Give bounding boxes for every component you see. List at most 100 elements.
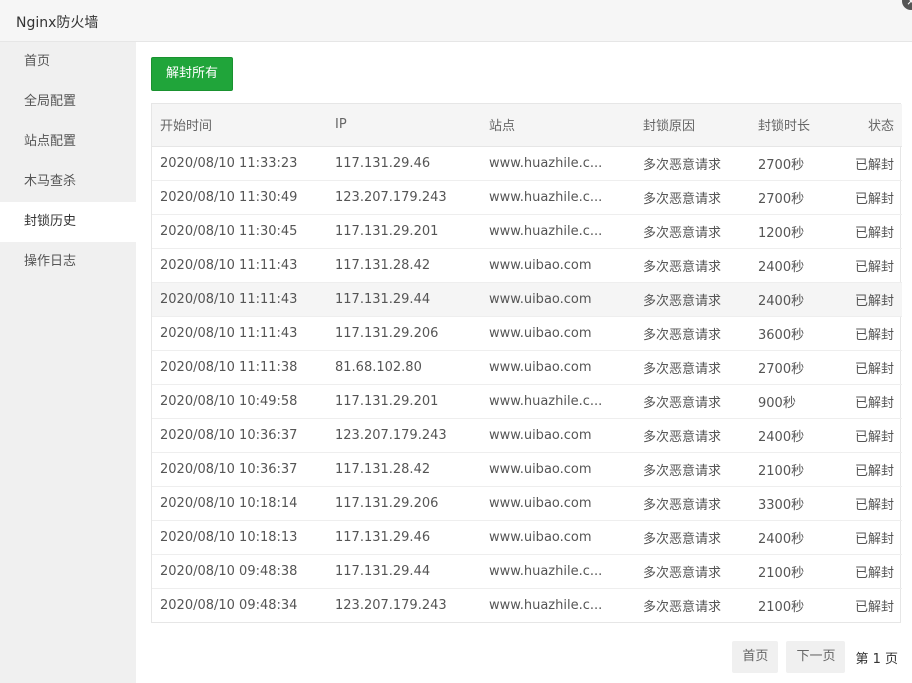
cell-start-time: 2020/08/10 10:18:14: [152, 486, 327, 521]
cell-status: 已解封: [854, 599, 894, 615]
cell-status: 已解封: [830, 214, 902, 249]
cell-ip: 117.131.29.46: [327, 520, 481, 555]
cell-site: www.uibao.com: [481, 316, 635, 351]
cell-ip: 123.207.179.243: [327, 180, 481, 215]
cell-reason: 多次恶意请求: [635, 520, 750, 555]
header-reason: 封锁原因: [635, 104, 750, 147]
close-icon[interactable]: ×: [902, 0, 912, 10]
cell-reason: 多次恶意请求: [643, 599, 722, 615]
cell-reason: 多次恶意请求: [635, 384, 750, 419]
cell-site: www.uibao.com: [481, 486, 635, 521]
table-row[interactable]: 2020/08/10 11:11:43 117.131.29.44 www.uiba…: [152, 282, 902, 317]
header-start-time: 开始时间: [152, 104, 327, 147]
table-row[interactable]: 2020/08/10 11:33:23 117.131.29.46 www.huaz…: [152, 146, 902, 181]
cell-duration: 900秒: [750, 384, 830, 419]
cell-start-time: 2020/08/10 10:36:37: [152, 418, 327, 453]
sidebar-item-block-history[interactable]: 封锁历史: [0, 202, 136, 242]
cell-start-time: 2020/08/10 10:18:13: [152, 520, 327, 555]
sidebar-item-trojan-scan[interactable]: 木马查杀: [0, 162, 136, 202]
cell-ip: 117.131.29.206: [327, 316, 481, 351]
cell-ip: 123.207.179.243: [327, 418, 481, 453]
sidebar-item-home[interactable]: 首页: [0, 42, 136, 82]
cell-ip: 123.207.179.243: [335, 597, 447, 613]
table-row[interactable]: 2020/08/10 11:30:49 123.207.179.243 www.hu…: [152, 180, 902, 215]
cell-ip: 117.131.28.42: [327, 452, 481, 487]
cell-ip: 117.131.29.44: [327, 282, 481, 317]
cell-start-time: 2020/08/10 11:30:49: [152, 180, 327, 215]
sidebar-item-global-config[interactable]: 全局配置: [0, 82, 136, 122]
table-row[interactable]: 2020/08/10 09:48:34 123.207.179.243 www.hu…: [152, 588, 902, 622]
cell-site: www.huazhile.c...: [481, 214, 635, 249]
cell-start-time: 2020/08/10 10:36:37: [152, 452, 327, 487]
cell-status: 已解封: [830, 248, 902, 283]
header-site: 站点: [481, 104, 635, 147]
cell-status: 已解封: [830, 486, 902, 521]
cell-start-time: 2020/08/10 09:48:38: [152, 554, 327, 589]
table-row[interactable]: 2020/08/10 10:18:14 117.131.29.206 www.uib…: [152, 486, 902, 521]
cell-status: 已解封: [830, 146, 902, 181]
title-bar: Nginx防火墙 ×: [0, 0, 912, 42]
block-history-table: 开始时间 IP 站点 封锁原因 封锁时长 状态 2020/08/10 11:33…: [151, 103, 902, 623]
cell-status: 已解封: [830, 418, 902, 453]
cell-start-time: 2020/08/10 11:11:43: [152, 282, 327, 317]
cell-duration: 2400秒: [750, 418, 830, 453]
header-duration: 封锁时长: [750, 104, 830, 147]
cell-reason: 多次恶意请求: [635, 452, 750, 487]
cell-site: www.huazhile.c...: [489, 597, 603, 613]
current-page: 第 1 页: [855, 651, 898, 667]
header-ip: IP: [327, 104, 481, 147]
cell-start-time: 2020/08/10 11:11:43: [152, 316, 327, 351]
cell-site: www.huazhile.c...: [481, 384, 635, 419]
sidebar-item-site-config[interactable]: 站点配置: [0, 122, 136, 162]
table-row[interactable]: 2020/08/10 09:48:38 117.131.29.44 www.huaz…: [152, 554, 902, 589]
table-row[interactable]: 2020/08/10 11:11:43 117.131.29.206 www.uib…: [152, 316, 902, 351]
cell-reason: 多次恶意请求: [635, 282, 750, 317]
cell-site: www.uibao.com: [481, 248, 635, 283]
cell-site: www.uibao.com: [481, 520, 635, 555]
unblock-all-button[interactable]: 解封所有: [151, 57, 233, 91]
cell-reason: 多次恶意请求: [635, 214, 750, 249]
cell-start-time: 2020/08/10 09:48:34: [160, 597, 298, 613]
cell-duration: 3600秒: [750, 316, 830, 351]
first-page-button[interactable]: 首页: [732, 641, 779, 673]
cell-ip: 117.131.29.201: [327, 214, 481, 249]
header-status: 状态: [830, 104, 902, 147]
cell-status: 已解封: [830, 180, 902, 215]
table-row[interactable]: 2020/08/10 10:49:58 117.131.29.201 www.hua…: [152, 384, 902, 419]
cell-site: www.uibao.com: [481, 452, 635, 487]
pagination: 首页 下一页 第 1 页: [732, 641, 898, 673]
cell-status: 已解封: [830, 282, 902, 317]
cell-reason: 多次恶意请求: [635, 418, 750, 453]
cell-duration: 1200秒: [750, 214, 830, 249]
cell-duration: 2400秒: [750, 248, 830, 283]
cell-reason: 多次恶意请求: [635, 146, 750, 181]
cell-site: www.uibao.com: [481, 350, 635, 385]
cell-duration: 2100秒: [758, 599, 805, 615]
cell-reason: 多次恶意请求: [635, 316, 750, 351]
cell-ip: 81.68.102.80: [327, 350, 481, 385]
table-row[interactable]: 2020/08/10 11:11:43 117.131.28.42 www.uiba…: [152, 248, 902, 283]
main-panel: 解封所有 开始时间 IP 站点 封锁原因 封锁时长 状态 2020/08/10 …: [136, 42, 912, 683]
table-row[interactable]: 2020/08/10 10:18:13 117.131.29.46 www.uiba…: [152, 520, 902, 555]
cell-ip: 117.131.29.44: [327, 554, 481, 589]
sidebar: 首页 全局配置 站点配置 木马查杀 封锁历史 操作日志: [0, 42, 136, 683]
cell-site: www.uibao.com: [481, 282, 635, 317]
cell-start-time: 2020/08/10 10:49:58: [152, 384, 327, 419]
table-row[interactable]: 2020/08/10 11:30:45 117.131.29.201 www.hua…: [152, 214, 902, 249]
cell-ip: 117.131.29.46: [327, 146, 481, 181]
table-row[interactable]: 2020/08/10 11:11:38 81.68.102.80 www.uibao…: [152, 350, 902, 385]
cell-site: www.huazhile.c...: [481, 146, 635, 181]
sidebar-item-operation-log[interactable]: 操作日志: [0, 242, 136, 282]
cell-status: 已解封: [830, 554, 902, 589]
cell-ip: 117.131.28.42: [327, 248, 481, 283]
cell-reason: 多次恶意请求: [635, 554, 750, 589]
window-title: Nginx防火墙: [16, 15, 99, 31]
cell-ip: 117.131.29.206: [327, 486, 481, 521]
cell-duration: 2700秒: [750, 146, 830, 181]
next-page-button[interactable]: 下一页: [786, 641, 846, 673]
cell-duration: 2400秒: [750, 520, 830, 555]
cell-site: www.huazhile.c...: [481, 554, 635, 589]
cell-duration: 2100秒: [750, 452, 830, 487]
table-row[interactable]: 2020/08/10 10:36:37 123.207.179.243 www.ui…: [152, 418, 902, 453]
table-row[interactable]: 2020/08/10 10:36:37 117.131.28.42 www.uiba…: [152, 452, 902, 487]
